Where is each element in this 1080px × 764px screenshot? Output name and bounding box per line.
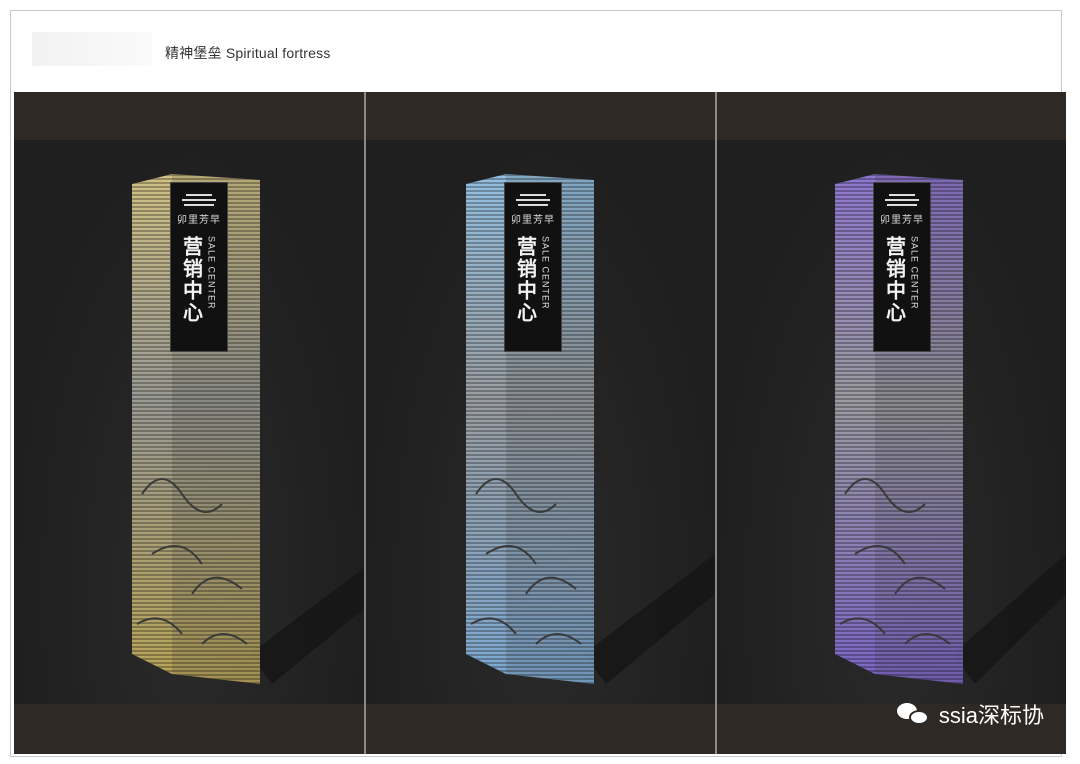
totem-blue: 卯里芳早 营销中心 SALE CENTER [466, 174, 715, 714]
totem-purple: 卯里芳早 营销中心 SALE CENTER [835, 174, 1066, 714]
sign-title-en: SALE CENTER [206, 236, 217, 310]
brand-name: 卯里芳早 [177, 215, 221, 226]
sign-title-cn: 营销中心 [179, 236, 204, 324]
sign-title-cn: 营销中心 [513, 236, 538, 324]
title-en: Spiritual fortress [225, 45, 331, 61]
sign-plate: 卯里芳早 营销中心 SALE CENTER [873, 182, 931, 352]
sign-title-en: SALE CENTER [909, 236, 920, 310]
page-title: 精神堡垒 Spiritual fortress [165, 43, 331, 63]
sign-plate: 卯里芳早 营销中心 SALE CENTER [504, 182, 562, 352]
watermark: ssia深标协 [896, 698, 1044, 730]
sign-plate: 卯里芳早 营销中心 SALE CENTER [170, 182, 228, 352]
sign-title-cn: 营销中心 [882, 236, 907, 324]
brand-name: 卯里芳早 [511, 215, 555, 226]
sign-title-en: SALE CENTER [540, 236, 551, 310]
panel-blue: 卯里芳早 营销中心 SALE CENTER [366, 92, 715, 754]
render-panels: 卯里芳早 营销中心 SALE CENTER 卯里芳早 营销中心 SALE CEN… [14, 92, 1066, 754]
logo-icon [885, 191, 919, 209]
title-cn: 精神堡垒 [165, 46, 222, 62]
brand-name: 卯里芳早 [880, 215, 924, 226]
panel-purple: 卯里芳早 营销中心 SALE CENTER [717, 92, 1066, 754]
logo-icon [182, 191, 216, 209]
totem-shape [132, 174, 364, 684]
watermark-text: ssia深标协 [938, 703, 1044, 728]
panel-gold: 卯里芳早 营销中心 SALE CENTER [14, 92, 364, 754]
logo-icon [516, 191, 550, 209]
header-band [32, 32, 152, 66]
totem-shape [835, 174, 1066, 684]
wechat-icon [896, 701, 931, 727]
totem-gold: 卯里芳早 营销中心 SALE CENTER [132, 174, 364, 714]
